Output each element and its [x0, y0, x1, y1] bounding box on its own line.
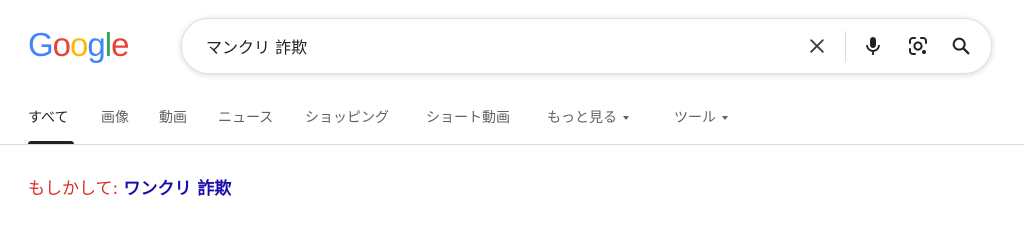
google-logo[interactable]: Google — [28, 25, 129, 65]
microphone-icon[interactable] — [859, 32, 887, 60]
search-divider — [845, 31, 846, 62]
tab-videos[interactable]: 動画 — [159, 109, 187, 127]
close-icon[interactable] — [803, 32, 831, 60]
logo-letter: o — [52, 26, 71, 63]
tab-tools-label: ツール — [674, 110, 716, 126]
did-you-mean-link[interactable]: ワンクリ 詐欺 — [124, 179, 232, 199]
tab-tools[interactable]: ツール — [674, 109, 728, 127]
camera-lens-icon[interactable] — [904, 32, 932, 60]
did-you-mean: もしかして: ワンクリ 詐欺 — [28, 178, 232, 200]
logo-letter: g — [87, 26, 105, 63]
tab-all[interactable]: すべて — [28, 109, 68, 127]
logo-letter: G — [28, 26, 54, 63]
search-input[interactable] — [206, 19, 786, 73]
tab-more[interactable]: もっと見る — [547, 109, 629, 127]
tab-shopping[interactable]: ショッピング — [305, 109, 389, 127]
chevron-down-icon — [722, 116, 728, 120]
tab-short-videos[interactable]: ショート動画 — [426, 109, 510, 127]
logo-letter: e — [111, 26, 129, 63]
tab-news[interactable]: ニュース — [218, 109, 273, 127]
tabs-divider — [0, 144, 1024, 145]
search-icon[interactable] — [947, 32, 975, 60]
tab-more-label: もっと見る — [547, 110, 617, 126]
logo-letter: o — [70, 26, 88, 63]
chevron-down-icon — [623, 116, 629, 120]
tab-images[interactable]: 画像 — [101, 109, 129, 127]
did-you-mean-label: もしかして: — [28, 179, 119, 199]
search-box — [181, 18, 992, 74]
